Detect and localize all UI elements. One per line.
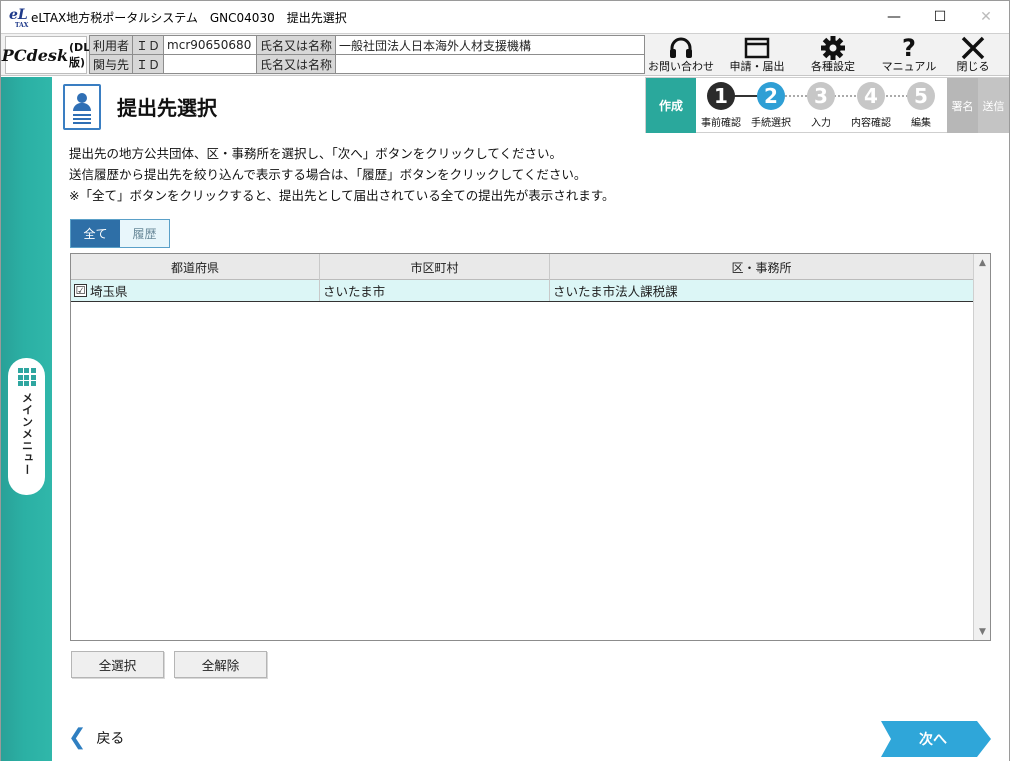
table-row[interactable]: ☑ 埼玉県 さいたま市 さいたま市法人課税課	[71, 280, 973, 302]
column-office[interactable]: 区・事務所	[550, 254, 973, 280]
close-app-button[interactable]: 閉じる	[935, 34, 1010, 77]
agent-name-label: 氏名又は名称	[256, 54, 337, 74]
gear-icon	[795, 34, 871, 60]
scroll-down-icon[interactable]: ▼	[974, 623, 991, 640]
tab-all[interactable]: 全て	[71, 220, 120, 247]
main-content: 提出先選択 作成 1 事前確認 2 手続選択 3 入力 4 内容確認 5 編集 署名 送信…	[52, 77, 1009, 761]
agent-label: 関与先	[88, 54, 134, 74]
agent-id-label: ＩＤ	[132, 54, 165, 74]
app-header: PCdesk (DL版) 利用者 ＩＤ mcr90650680 氏名又は名称 一般…	[1, 33, 1009, 76]
step-4: 4 内容確認	[851, 82, 891, 129]
user-name-label: 氏名又は名称	[256, 35, 337, 55]
page-title: 提出先選択	[117, 96, 217, 120]
back-button[interactable]: ❮ 戻る	[68, 725, 124, 750]
select-all-button[interactable]: 全選択	[71, 651, 164, 678]
grid-menu-icon	[17, 368, 36, 386]
user-id-label: ＩＤ	[132, 35, 165, 55]
user-label: 利用者	[88, 35, 134, 55]
window-close-icon[interactable]: ✕	[963, 1, 1009, 33]
user-document-icon	[63, 84, 101, 130]
user-id-value: mcr90650680	[163, 35, 258, 55]
chevron-left-icon: ❮	[68, 725, 87, 750]
step-sign: 署名	[947, 78, 978, 133]
column-prefecture[interactable]: 都道府県	[71, 254, 320, 280]
window-icon	[719, 34, 795, 60]
progress-steps: 作成 1 事前確認 2 手続選択 3 入力 4 内容確認 5 編集 署名 送信	[645, 77, 1009, 133]
left-sidebar: メインメニュー	[1, 77, 52, 761]
settings-button[interactable]: 各種設定	[795, 34, 871, 77]
vertical-scrollbar[interactable]: ▲ ▼	[973, 254, 990, 640]
instructions: 提出先の地方公共団体、区・事務所を選択し、「次へ」ボタンをクリックしてください。…	[69, 146, 615, 203]
column-city[interactable]: 市区町村	[320, 254, 550, 280]
headset-icon	[643, 34, 719, 60]
close-icon	[935, 34, 1010, 60]
eltax-logo-icon: eL TAX	[9, 7, 29, 29]
application-button[interactable]: 申請・届出	[719, 34, 795, 77]
row-checkbox[interactable]: ☑	[74, 284, 87, 297]
main-menu-button[interactable]: メインメニュー	[8, 358, 45, 495]
table-header: 都道府県 市区町村 区・事務所	[71, 254, 973, 280]
pcdesk-logo: PCdesk (DL版)	[2, 36, 90, 74]
destination-table: 都道府県 市区町村 区・事務所 ☑ 埼玉県 さいたま市 さいたま市法人課税課 ▲…	[70, 253, 991, 641]
filter-tabs: 全て 履歴	[70, 219, 170, 248]
cell-prefecture: ☑ 埼玉県	[71, 280, 320, 301]
step-5: 5 編集	[895, 82, 947, 129]
title-bar: eL TAX eLTAX地方税ポータルシステム GNC04030 提出先選択 — …	[1, 1, 1009, 33]
scroll-up-icon[interactable]: ▲	[974, 254, 991, 271]
step-3: 3 入力	[795, 82, 847, 129]
step-2: 2 手続選択	[751, 82, 791, 129]
cell-city: さいたま市	[320, 280, 550, 301]
app-window: eL TAX eLTAX地方税ポータルシステム GNC04030 提出先選択 — …	[0, 0, 1010, 761]
user-name-value: 一般社団法人日本海外人材支援機構	[335, 35, 646, 55]
deselect-all-button[interactable]: 全解除	[174, 651, 267, 678]
step-create: 作成	[646, 78, 696, 133]
agent-name-value	[335, 54, 646, 74]
agent-id-value	[163, 54, 258, 74]
user-info-table: 利用者 ＩＤ mcr90650680 氏名又は名称 一般社団法人日本海外人材支援…	[88, 35, 646, 74]
step-send: 送信	[978, 78, 1009, 133]
maximize-icon[interactable]: ☐	[917, 1, 963, 33]
minimize-icon[interactable]: —	[871, 1, 917, 33]
contact-button[interactable]: お問い合わせ	[643, 34, 719, 77]
main-menu-label: メインメニュー	[20, 392, 34, 476]
window-title: eLTAX地方税ポータルシステム GNC04030 提出先選択	[31, 11, 347, 25]
next-button[interactable]: 次へ	[881, 721, 991, 757]
cell-office: さいたま市法人課税課	[553, 284, 678, 299]
step-1: 1 事前確認	[701, 82, 741, 129]
tab-history[interactable]: 履歴	[120, 220, 169, 247]
